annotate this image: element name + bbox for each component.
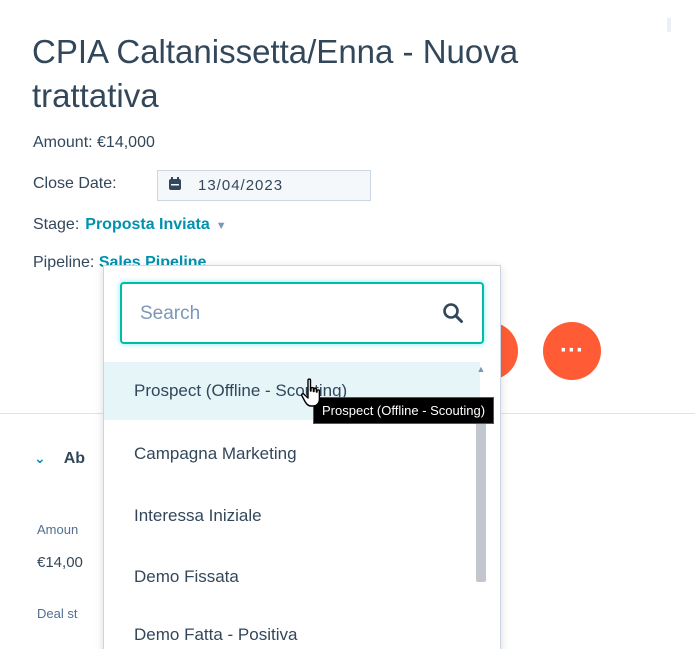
stage-option[interactable]: Interessa Iniziale (104, 487, 480, 545)
scroll-up-icon[interactable]: ▲ (476, 364, 486, 374)
stage-option[interactable]: Demo Fissata (104, 548, 480, 606)
stage-dropdown-toggle[interactable]: Proposta Inviata (85, 216, 209, 233)
calendar-icon (168, 177, 182, 194)
stage-option[interactable]: Demo Fatta - Positiva (104, 606, 480, 649)
hand-cursor-icon (300, 378, 321, 407)
stage-option[interactable]: Campagna Marketing (104, 425, 480, 483)
about-section-toggle[interactable]: ⌄ Ab (34, 450, 85, 468)
search-input[interactable] (138, 298, 422, 330)
close-date-value: 13/04/2023 (198, 177, 284, 194)
close-date-property: Close Date: (33, 175, 117, 193)
pipeline-label: Pipeline: (33, 254, 95, 271)
deal-title: CPIA Caltanissetta/Enna - Nuova trattati… (32, 33, 519, 114)
option-tooltip: Prospect (Offline - Scouting) (313, 397, 495, 424)
more-icon: ··· (560, 337, 584, 364)
amount-field-value: €14,00 (37, 554, 83, 571)
search-icon[interactable] (442, 302, 464, 324)
chevron-down-icon: ⌄ (34, 450, 46, 466)
search-field[interactable] (120, 282, 484, 344)
about-section-title: Ab (63, 450, 86, 467)
stage-property: Stage: Proposta Inviata ▼ (33, 216, 227, 234)
panel-edge (667, 18, 671, 32)
stage-label: Stage: (33, 216, 80, 233)
amount-field-label: Amoun (37, 522, 79, 537)
amount-property: Amount: €14,000 (33, 134, 155, 151)
deal-record-page: CPIA Caltanissetta/Enna - Nuova trattati… (0, 0, 695, 649)
deal-stage-field-label: Deal st (37, 606, 78, 621)
close-date-input[interactable]: 13/04/2023 (157, 170, 371, 201)
more-actions-button[interactable]: ··· (543, 322, 601, 380)
stage-dropdown-menu: Prospect (Offline - Scouting) Campagna M… (103, 265, 501, 649)
close-date-label: Close Date: (33, 175, 117, 192)
scrollbar-thumb[interactable] (476, 412, 486, 582)
caret-down-icon: ▼ (215, 220, 227, 232)
